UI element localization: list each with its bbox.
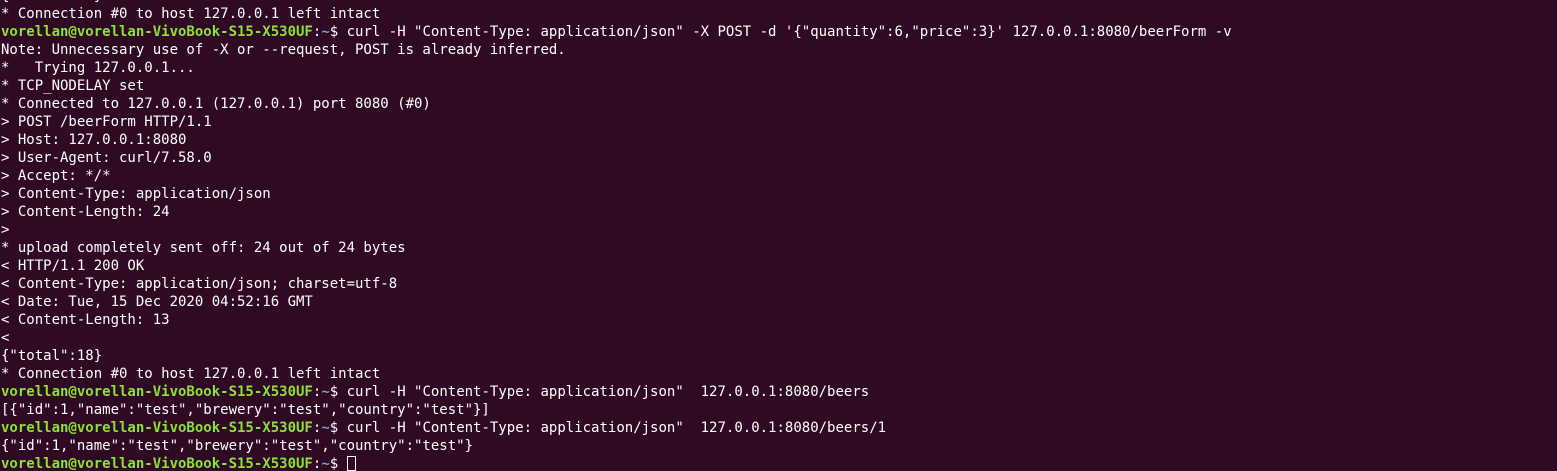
output-line: * upload completely sent off: 24 out of … bbox=[1, 239, 1232, 257]
prompt-user-host: vorellan@vorellan-VivoBook-S15-X530UF bbox=[1, 384, 313, 400]
output-text: [{"id":1,"name":"test","brewery":"test",… bbox=[1, 402, 490, 418]
output-line: [{"id":1,"name":"test","brewery":"test",… bbox=[1, 401, 1232, 419]
command-input[interactable] bbox=[338, 456, 346, 471]
terminal-output: {"total":18} * Connection #0 to host 127.… bbox=[1, 0, 1232, 471]
output-line: < Content-Type: application/json; charse… bbox=[1, 275, 1232, 293]
command-line: vorellan@vorellan-VivoBook-S15-X530UF:~$… bbox=[1, 383, 1232, 401]
output-text: Note: Unnecessary use of -X or --request… bbox=[1, 42, 566, 58]
output-text: < Date: Tue, 15 Dec 2020 04:52:16 GMT bbox=[1, 294, 313, 310]
output-line: < Content-Length: 13 bbox=[1, 311, 1232, 329]
prompt-symbol: $ bbox=[329, 24, 339, 40]
prompt-symbol: $ bbox=[329, 384, 339, 400]
command-text: curl -H "Content-Type: application/json"… bbox=[338, 24, 1232, 40]
output-line: > Host: 127.0.0.1:8080 bbox=[1, 131, 1232, 149]
output-text: {"id":1,"name":"test","brewery":"test","… bbox=[1, 438, 474, 454]
output-line: > Accept: */* bbox=[1, 167, 1232, 185]
output-line: * Trying 127.0.0.1... bbox=[1, 59, 1232, 77]
prompt-user-host: vorellan@vorellan-VivoBook-S15-X530UF bbox=[1, 24, 313, 40]
prompt-path: ~ bbox=[321, 456, 330, 471]
output-text: < HTTP/1.1 200 OK bbox=[1, 258, 145, 274]
prompt-user-host: vorellan@vorellan-VivoBook-S15-X530UF bbox=[1, 456, 313, 471]
prompt-user-host: vorellan@vorellan-VivoBook-S15-X530UF bbox=[1, 420, 313, 436]
command-line: vorellan@vorellan-VivoBook-S15-X530UF:~$… bbox=[1, 23, 1232, 41]
output-text: > POST /beerForm HTTP/1.1 bbox=[1, 114, 212, 130]
output-text: > Host: 127.0.0.1:8080 bbox=[1, 132, 187, 148]
active-prompt-line: vorellan@vorellan-VivoBook-S15-X530UF:~$ bbox=[1, 455, 1232, 471]
prompt-path: ~ bbox=[321, 420, 330, 436]
output-text: * Connected to 127.0.0.1 (127.0.0.1) por… bbox=[1, 96, 431, 112]
output-text: > Accept: */* bbox=[1, 168, 111, 184]
output-text: {"total":18} bbox=[1, 0, 102, 4]
output-text: < Content-Length: 13 bbox=[1, 312, 170, 328]
output-line: > bbox=[1, 221, 1232, 239]
output-line: < bbox=[1, 329, 1232, 347]
output-text: < Content-Type: application/json; charse… bbox=[1, 276, 398, 292]
output-text: > User-Agent: curl/7.58.0 bbox=[1, 150, 212, 166]
command-line: vorellan@vorellan-VivoBook-S15-X530UF:~$… bbox=[1, 419, 1232, 437]
output-text: {"total":18} bbox=[1, 348, 103, 364]
output-line: > POST /beerForm HTTP/1.1 bbox=[1, 113, 1232, 131]
output-line: * Connection #0 to host 127.0.0.1 left i… bbox=[1, 365, 1232, 383]
output-line: > Content-Length: 24 bbox=[1, 203, 1232, 221]
command-text: curl -H "Content-Type: application/json"… bbox=[338, 384, 870, 400]
output-line: > Content-Type: application/json bbox=[1, 185, 1232, 203]
text-cursor bbox=[346, 456, 356, 471]
output-line: < HTTP/1.1 200 OK bbox=[1, 257, 1232, 275]
output-text: * Connection #0 to host 127.0.0.1 left i… bbox=[1, 6, 381, 22]
terminal-window[interactable]: {"total":18} * Connection #0 to host 127.… bbox=[0, 0, 1557, 471]
command-text: curl -H "Content-Type: application/json"… bbox=[338, 420, 887, 436]
output-text: > Content-Length: 24 bbox=[1, 204, 170, 220]
output-text: * Trying 127.0.0.1... bbox=[1, 60, 195, 76]
output-line: Note: Unnecessary use of -X or --request… bbox=[1, 41, 1232, 59]
output-text: > Content-Type: application/json bbox=[1, 186, 271, 202]
output-line: > User-Agent: curl/7.58.0 bbox=[1, 149, 1232, 167]
output-line: {"id":1,"name":"test","brewery":"test","… bbox=[1, 437, 1232, 455]
output-text: * TCP_NODELAY set bbox=[1, 78, 145, 94]
prompt-symbol: $ bbox=[329, 456, 339, 471]
prompt-path: ~ bbox=[321, 24, 330, 40]
prompt-symbol: $ bbox=[329, 420, 339, 436]
output-line: {"total":18} bbox=[1, 347, 1232, 365]
output-line: * Connection #0 to host 127.0.0.1 left i… bbox=[1, 5, 1232, 23]
output-line: < Date: Tue, 15 Dec 2020 04:52:16 GMT bbox=[1, 293, 1232, 311]
output-line: * Connected to 127.0.0.1 (127.0.0.1) por… bbox=[1, 95, 1232, 113]
output-text: > bbox=[1, 222, 10, 238]
output-text: * upload completely sent off: 24 out of … bbox=[1, 240, 406, 256]
output-text: < bbox=[1, 330, 10, 346]
output-line: * TCP_NODELAY set bbox=[1, 77, 1232, 95]
output-text: * Connection #0 to host 127.0.0.1 left i… bbox=[1, 366, 381, 382]
prompt-path: ~ bbox=[321, 384, 330, 400]
